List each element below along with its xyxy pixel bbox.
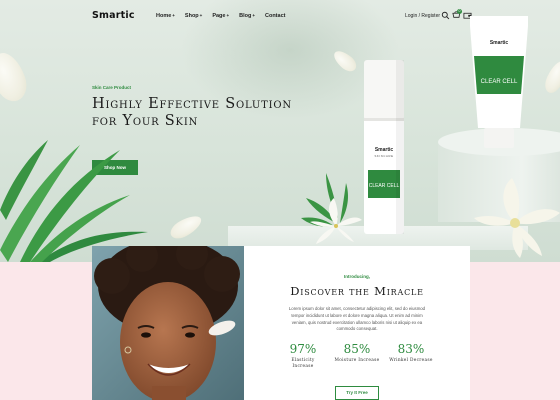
plus-icon: + — [172, 13, 175, 18]
nav-label: Home — [156, 13, 172, 19]
tube-brand-label: Smartic — [489, 40, 509, 46]
hero-eyebrow: Skin Care Product — [92, 85, 132, 90]
nav-item-shop[interactable]: Shop+ — [185, 13, 202, 19]
nav-label: Shop — [184, 13, 199, 19]
section-body-text: Lorem ipsum dolor sit amet, consectetur … — [288, 306, 426, 332]
discover-card: Introducing, Discover the Miracle Lorem … — [244, 246, 470, 400]
nav-item-blog[interactable]: Blog+ — [239, 13, 255, 19]
pink-backdrop-right — [470, 262, 560, 400]
hero-headline: Highly Effective Solution for Your Skin — [92, 96, 292, 129]
nav-item-home[interactable]: Home+ — [156, 13, 175, 19]
stats-row: 97% Elasticity Increase 85% Moisture Inc… — [280, 342, 434, 370]
palm-leaves-decoration — [0, 140, 148, 262]
section-title: Discover the Miracle — [290, 284, 424, 298]
stat-elasticity: 97% Elasticity Increase — [280, 342, 326, 370]
white-flower-decoration — [474, 178, 560, 258]
stat-value: 97% — [289, 342, 317, 356]
stat-label: Wrinkel Decrease — [389, 358, 433, 363]
plus-icon: + — [252, 13, 255, 18]
try-it-free-button[interactable]: Try It Free — [335, 386, 379, 400]
pink-backdrop-left — [0, 262, 92, 400]
search-icon[interactable] — [441, 11, 450, 20]
stat-label: Elasticity Increase — [291, 358, 315, 369]
main-nav: Home+ Shop+ Page+ Blog+ Contact — [156, 13, 285, 19]
model-portrait-image — [92, 246, 244, 400]
nav-label: Blog — [239, 13, 252, 19]
hero-section: Smartic Home+ Shop+ Page+ Blog+ Contact … — [0, 0, 560, 262]
petal-decoration — [167, 211, 205, 243]
stat-label: Moisture Increase — [334, 358, 380, 363]
stat-value: 83% — [397, 342, 425, 356]
pump-sub-label: SKINCARE — [374, 154, 394, 158]
stat-value: 85% — [343, 342, 371, 356]
login-register-link[interactable]: Login / Register — [405, 13, 440, 19]
tube-product-label: CLEAR CELL — [480, 79, 518, 85]
brand-logo[interactable]: Smartic — [92, 10, 135, 21]
nav-item-page[interactable]: Page+ — [212, 13, 229, 19]
pump-brand-label: Smartic — [374, 147, 394, 153]
petal-decoration — [0, 48, 32, 106]
plus-icon: + — [199, 13, 203, 18]
nav-item-contact[interactable]: Contact — [265, 13, 285, 19]
plus-icon: + — [226, 13, 230, 18]
lily-flower-decoration — [301, 173, 362, 244]
nav-label: Contact — [264, 13, 286, 19]
cart-count-badge: 0 — [457, 9, 462, 14]
nav-label: Page — [212, 13, 226, 19]
petal-decoration — [541, 58, 560, 96]
section-eyebrow: Introducing, — [344, 274, 370, 279]
stat-wrinkle: 83% Wrinkel Decrease — [388, 342, 434, 370]
stat-moisture: 85% Moisture Increase — [334, 342, 380, 370]
